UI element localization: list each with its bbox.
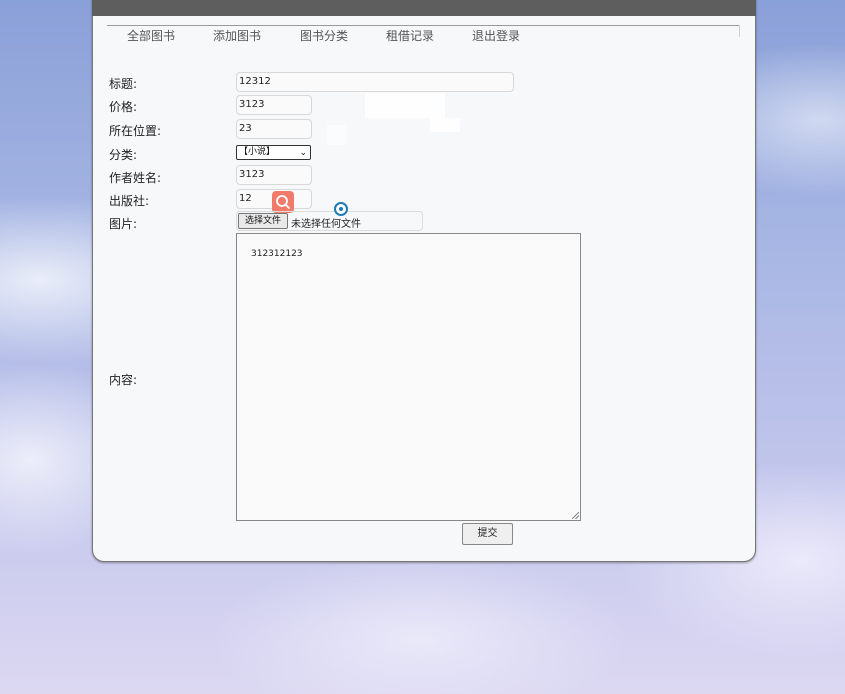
submit-button[interactable]: 提交 bbox=[462, 523, 513, 545]
location-label: 所在位置: bbox=[109, 124, 162, 138]
price-label: 价格: bbox=[109, 100, 138, 114]
faint-block bbox=[365, 93, 445, 118]
nav-divider-end bbox=[739, 25, 740, 37]
location-input[interactable]: 23 bbox=[236, 119, 312, 139]
chevron-down-icon: ⌄ bbox=[299, 148, 307, 158]
publisher-label: 出版社: bbox=[109, 194, 150, 208]
nav-rental-records[interactable]: 租借记录 bbox=[386, 27, 434, 44]
nav-divider bbox=[107, 25, 740, 26]
content-text: 312312123 bbox=[251, 249, 303, 259]
content-label: 内容: bbox=[109, 373, 138, 387]
author-input[interactable]: 3123 bbox=[236, 165, 312, 185]
search-badge[interactable] bbox=[272, 191, 294, 213]
faint-block bbox=[327, 125, 347, 145]
category-label: 分类: bbox=[109, 148, 138, 162]
content-textarea[interactable]: 312312123 bbox=[236, 233, 581, 521]
resize-handle-icon[interactable] bbox=[572, 512, 579, 519]
file-status-text: 未选择任何文件 bbox=[291, 219, 361, 230]
nav-book-categories[interactable]: 图书分类 bbox=[300, 27, 348, 44]
price-input[interactable]: 3123 bbox=[236, 95, 312, 115]
search-icon bbox=[276, 195, 290, 209]
top-bar bbox=[92, 0, 756, 16]
cursor-icon bbox=[334, 202, 348, 216]
image-label: 图片: bbox=[109, 217, 138, 231]
nav-logout[interactable]: 退出登录 bbox=[472, 27, 520, 44]
title-label: 标题: bbox=[109, 77, 138, 91]
category-select[interactable]: 【小说】 ⌄ bbox=[236, 145, 311, 160]
nav-add-book[interactable]: 添加图书 bbox=[213, 27, 261, 44]
faint-block bbox=[430, 118, 460, 132]
category-selected-value: 【小说】 bbox=[239, 147, 276, 157]
choose-file-button[interactable]: 选择文件 bbox=[238, 213, 288, 229]
title-input[interactable]: 12312 bbox=[236, 72, 514, 92]
author-label: 作者姓名: bbox=[109, 171, 162, 185]
nav-all-books[interactable]: 全部图书 bbox=[127, 27, 175, 44]
